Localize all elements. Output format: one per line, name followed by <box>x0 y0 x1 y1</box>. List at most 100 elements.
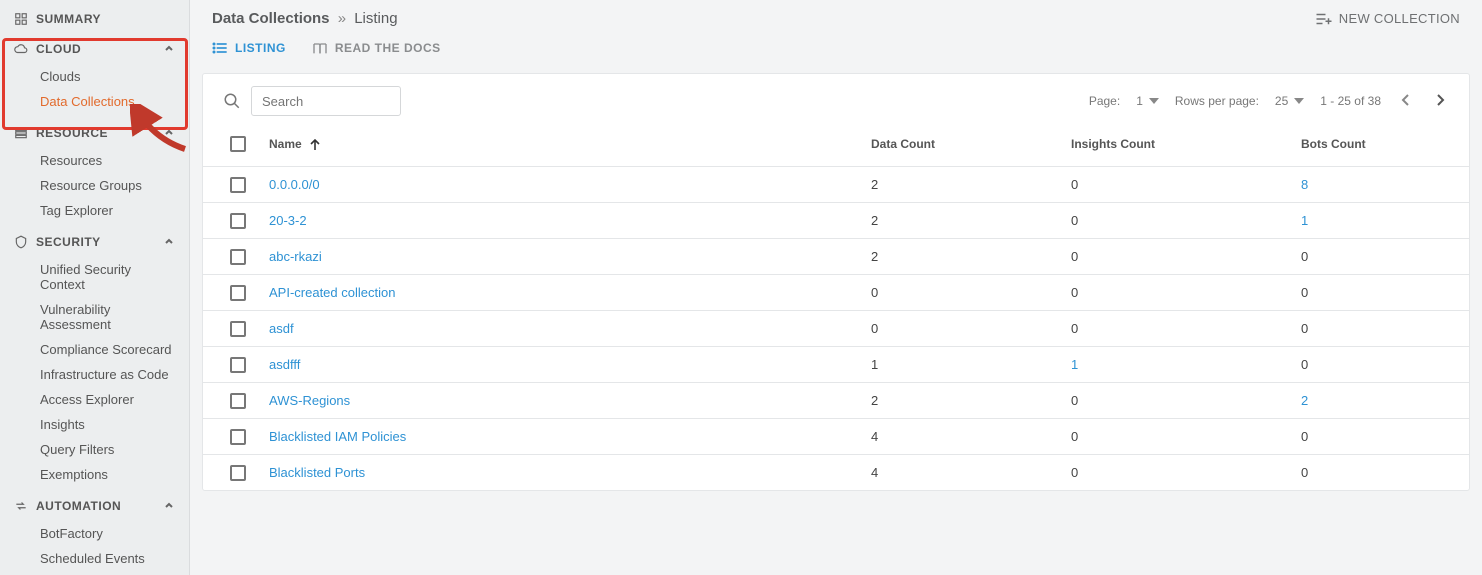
chevron-up-icon <box>163 500 175 512</box>
insights-count-value: 0 <box>1071 465 1078 480</box>
pager-rows-select[interactable]: 25 <box>1275 94 1304 108</box>
bots-count-value: 0 <box>1301 465 1308 480</box>
bots-count-value: 0 <box>1301 357 1308 372</box>
collection-name-link[interactable]: API-created collection <box>269 285 395 300</box>
collection-name-link[interactable]: Blacklisted Ports <box>269 465 365 480</box>
caret-down-icon <box>1149 98 1159 104</box>
sidebar-item-clouds[interactable]: Clouds <box>0 64 189 89</box>
cloud-icon <box>14 42 28 56</box>
col-name-header[interactable]: Name <box>265 137 871 151</box>
sort-asc-icon <box>305 139 321 151</box>
collection-name-link[interactable]: AWS-Regions <box>269 393 350 408</box>
sidebar-group-label: SECURITY <box>36 235 101 249</box>
sidebar-item-query-filters[interactable]: Query Filters <box>0 437 189 462</box>
sidebar-item-data-collections[interactable]: Data Collections <box>0 89 189 114</box>
col-insights-count-header[interactable]: Insights Count <box>1071 137 1301 151</box>
new-collection-button[interactable]: NEW COLLECTION <box>1315 11 1460 26</box>
sidebar-group-label: AUTOMATION <box>36 499 121 513</box>
sidebar-item-scheduled-events[interactable]: Scheduled Events <box>0 546 189 571</box>
bots-count-value: 0 <box>1301 429 1308 444</box>
chevron-left-icon <box>1401 93 1411 107</box>
row-checkbox[interactable] <box>230 285 246 301</box>
insights-count-value[interactable]: 1 <box>1071 357 1078 372</box>
sidebar-item-botfactory[interactable]: BotFactory <box>0 521 189 546</box>
data-count-value: 2 <box>871 213 878 228</box>
col-data-count-header[interactable]: Data Count <box>871 137 1071 151</box>
resource-icon <box>14 126 28 140</box>
insights-count-value: 0 <box>1071 321 1078 336</box>
bots-count-value: 0 <box>1301 321 1308 336</box>
sidebar-item-resources[interactable]: Resources <box>0 148 189 173</box>
tab-docs-label: READ THE DOCS <box>335 41 441 55</box>
sidebar-group-security[interactable]: SECURITY <box>0 227 189 257</box>
sidebar-item-tag-explorer[interactable]: Tag Explorer <box>0 198 189 223</box>
bots-count-value[interactable]: 1 <box>1301 213 1308 228</box>
row-checkbox[interactable] <box>230 213 246 229</box>
sidebar-item-vulnerability-assessment[interactable]: Vulnerability Assessment <box>0 297 189 337</box>
row-checkbox[interactable] <box>230 465 246 481</box>
collection-name-link[interactable]: 0.0.0.0/0 <box>269 177 320 192</box>
breadcrumb-separator: » <box>334 10 350 27</box>
table-row: 20-3-2 2 0 1 <box>203 202 1469 238</box>
sidebar-item-exemptions[interactable]: Exemptions <box>0 462 189 487</box>
table-row: asdf 0 0 0 <box>203 310 1469 346</box>
collection-name-link[interactable]: asdf <box>269 321 294 336</box>
table-row: AWS-Regions202 <box>203 382 1469 418</box>
collection-name-link[interactable]: 20-3-2 <box>269 213 307 228</box>
col-bots-count-label: Bots Count <box>1301 137 1366 151</box>
sidebar-item-compliance-scorecard[interactable]: Compliance Scorecard <box>0 337 189 362</box>
insights-count-value: 0 <box>1071 249 1078 264</box>
bots-count-value: 0 <box>1301 249 1308 264</box>
sidebar-group-automation[interactable]: AUTOMATION <box>0 491 189 521</box>
insights-count-value: 0 <box>1071 213 1078 228</box>
sidebar-group-label: RESOURCE <box>36 126 108 140</box>
sidebar-group-cloud[interactable]: CLOUD <box>0 34 189 64</box>
row-checkbox[interactable] <box>230 357 246 373</box>
collection-name-link[interactable]: abc-rkazi <box>269 249 322 264</box>
sidebar-item-unified-security-context[interactable]: Unified Security Context <box>0 257 189 297</box>
col-data-count-label: Data Count <box>871 137 935 151</box>
table-row: API-created collection000 <box>203 274 1469 310</box>
chevron-up-icon <box>163 43 175 55</box>
breadcrumb-leaf: Listing <box>354 10 397 27</box>
automation-icon <box>14 499 28 513</box>
tab-listing-label: LISTING <box>235 41 286 55</box>
bots-count-value[interactable]: 2 <box>1301 393 1308 408</box>
sidebar-item-access-explorer[interactable]: Access Explorer <box>0 387 189 412</box>
data-count-value: 0 <box>871 321 878 336</box>
table-row: 0.0.0.0/0 2 0 8 <box>203 166 1469 202</box>
row-checkbox[interactable] <box>230 249 246 265</box>
chevron-up-icon <box>163 236 175 248</box>
col-name-label: Name <box>269 137 302 151</box>
table-row: Blacklisted Ports400 <box>203 454 1469 490</box>
row-checkbox[interactable] <box>230 429 246 445</box>
data-count-value: 2 <box>871 177 878 192</box>
tab-listing[interactable]: LISTING <box>212 41 286 55</box>
select-all-checkbox[interactable] <box>230 136 246 152</box>
insights-count-value: 0 <box>1071 285 1078 300</box>
tab-docs[interactable]: READ THE DOCS <box>312 41 441 55</box>
row-checkbox[interactable] <box>230 321 246 337</box>
table-row: abc-rkazi200 <box>203 238 1469 274</box>
sidebar-item-infrastructure-as-code[interactable]: Infrastructure as Code <box>0 362 189 387</box>
pager-next-button[interactable] <box>1431 89 1449 114</box>
pager-prev-button[interactable] <box>1397 89 1415 114</box>
chevron-right-icon <box>1435 93 1445 107</box>
bots-count-value[interactable]: 8 <box>1301 177 1308 192</box>
pager: Page: 1 Rows per page: 25 1 - 25 of 38 <box>1089 89 1449 114</box>
row-checkbox[interactable] <box>230 177 246 193</box>
col-bots-count-header[interactable]: Bots Count <box>1301 137 1461 151</box>
collection-name-link[interactable]: asdfff <box>269 357 300 372</box>
row-checkbox[interactable] <box>230 393 246 409</box>
col-insights-count-label: Insights Count <box>1071 137 1155 151</box>
sidebar-item-resource-groups[interactable]: Resource Groups <box>0 173 189 198</box>
sidebar-summary[interactable]: SUMMARY <box>0 4 189 34</box>
sidebar-item-insights[interactable]: Insights <box>0 412 189 437</box>
sidebar-group-resource[interactable]: RESOURCE <box>0 118 189 148</box>
main: Data Collections » Listing NEW COLLECTIO… <box>190 0 1482 575</box>
collection-name-link[interactable]: Blacklisted IAM Policies <box>269 429 406 444</box>
insights-count-value: 0 <box>1071 177 1078 192</box>
list-icon <box>212 41 228 55</box>
search-input[interactable] <box>251 86 401 116</box>
pager-page-select[interactable]: 1 <box>1136 94 1159 108</box>
